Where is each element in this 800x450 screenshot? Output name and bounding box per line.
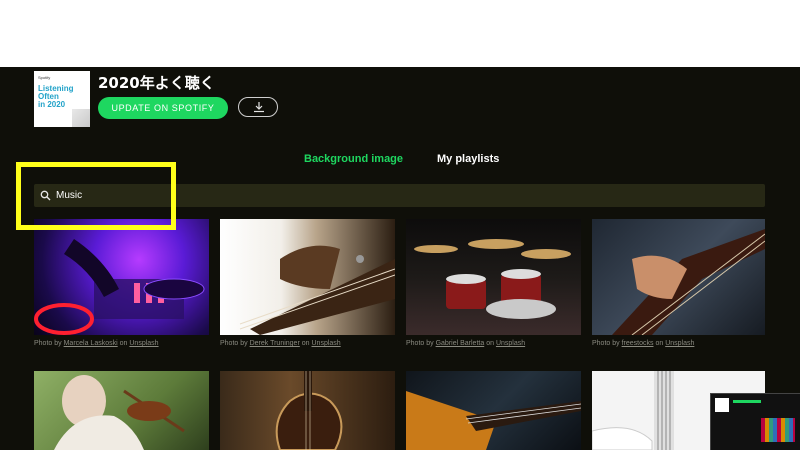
drum-kit-illustration (414, 239, 571, 319)
unsplash-link[interactable]: Unsplash (129, 340, 158, 347)
photographer-link[interactable]: Marcela Laskoski (64, 340, 118, 347)
unsplash-link[interactable]: Unsplash (496, 340, 525, 347)
credit-joiner: on (119, 340, 128, 347)
credit-prefix: Photo by (34, 340, 62, 347)
download-icon (254, 102, 264, 113)
photo-credit-2: Photo by Derek Truninger on Unsplash (220, 340, 341, 347)
credit-joiner: on (301, 340, 310, 347)
photographer-link[interactable]: Gabriel Barletta (436, 340, 485, 347)
photo-electric-guitar[interactable] (592, 219, 765, 335)
photo-violinist[interactable] (34, 371, 209, 450)
preview-palette (761, 418, 795, 442)
photo-dj-turntable[interactable] (34, 219, 209, 335)
highlight-annotation (16, 162, 176, 230)
credit-joiner: on (655, 340, 664, 347)
cover-brand-text: Spotify (38, 75, 51, 80)
photographer-link[interactable]: Derek Truninger (250, 340, 300, 347)
violinist-illustration (54, 375, 185, 450)
unsplash-link[interactable]: Unsplash (312, 340, 341, 347)
photo-wooden-guitar[interactable] (220, 371, 395, 450)
dj-turntable-illustration (34, 239, 205, 335)
bass-guitar-illustration (239, 245, 395, 335)
cover-title: Listening Often in 2020 (38, 85, 88, 109)
photo-bass-guitar-player[interactable] (220, 219, 395, 335)
photo-drum-kit[interactable] (406, 219, 581, 335)
photo-guitar-neck[interactable] (406, 371, 581, 450)
cover-graphic (72, 109, 90, 127)
wooden-guitar-illustration (275, 371, 343, 450)
photo-credit-3: Photo by Gabriel Barletta on Unsplash (406, 340, 525, 347)
tab-my-playlists[interactable]: My playlists (437, 153, 499, 165)
credit-joiner: on (486, 340, 494, 347)
credit-prefix: Photo by (406, 340, 434, 347)
preview-cover (715, 398, 729, 412)
unsplash-link[interactable]: Unsplash (665, 340, 694, 347)
electric-guitar-illustration (612, 229, 765, 335)
photo-credit-4: Photo by freestocks on Unsplash (592, 340, 694, 347)
preview-button (733, 400, 761, 403)
guitar-neck-illustration (406, 391, 581, 450)
playlist-title: 2020年よく聴く (98, 74, 215, 92)
app-window: Spotify Listening Often in 2020 2020年よく聴… (0, 67, 800, 450)
cover-title-line-3: in 2020 (38, 100, 66, 109)
playlist-cover: Spotify Listening Often in 2020 (34, 71, 90, 127)
update-on-spotify-button[interactable]: UPDATE ON SPOTIFY (98, 97, 228, 119)
credit-prefix: Photo by (220, 340, 248, 347)
tab-background-image[interactable]: Background image (304, 153, 403, 165)
download-button[interactable] (238, 97, 278, 117)
credit-prefix: Photo by (592, 340, 620, 347)
photographer-link[interactable]: freestocks (622, 340, 654, 347)
preview-thumbnail (710, 393, 800, 450)
photo-credit-1: Photo by Marcela Laskoski on Unsplash (34, 340, 159, 347)
